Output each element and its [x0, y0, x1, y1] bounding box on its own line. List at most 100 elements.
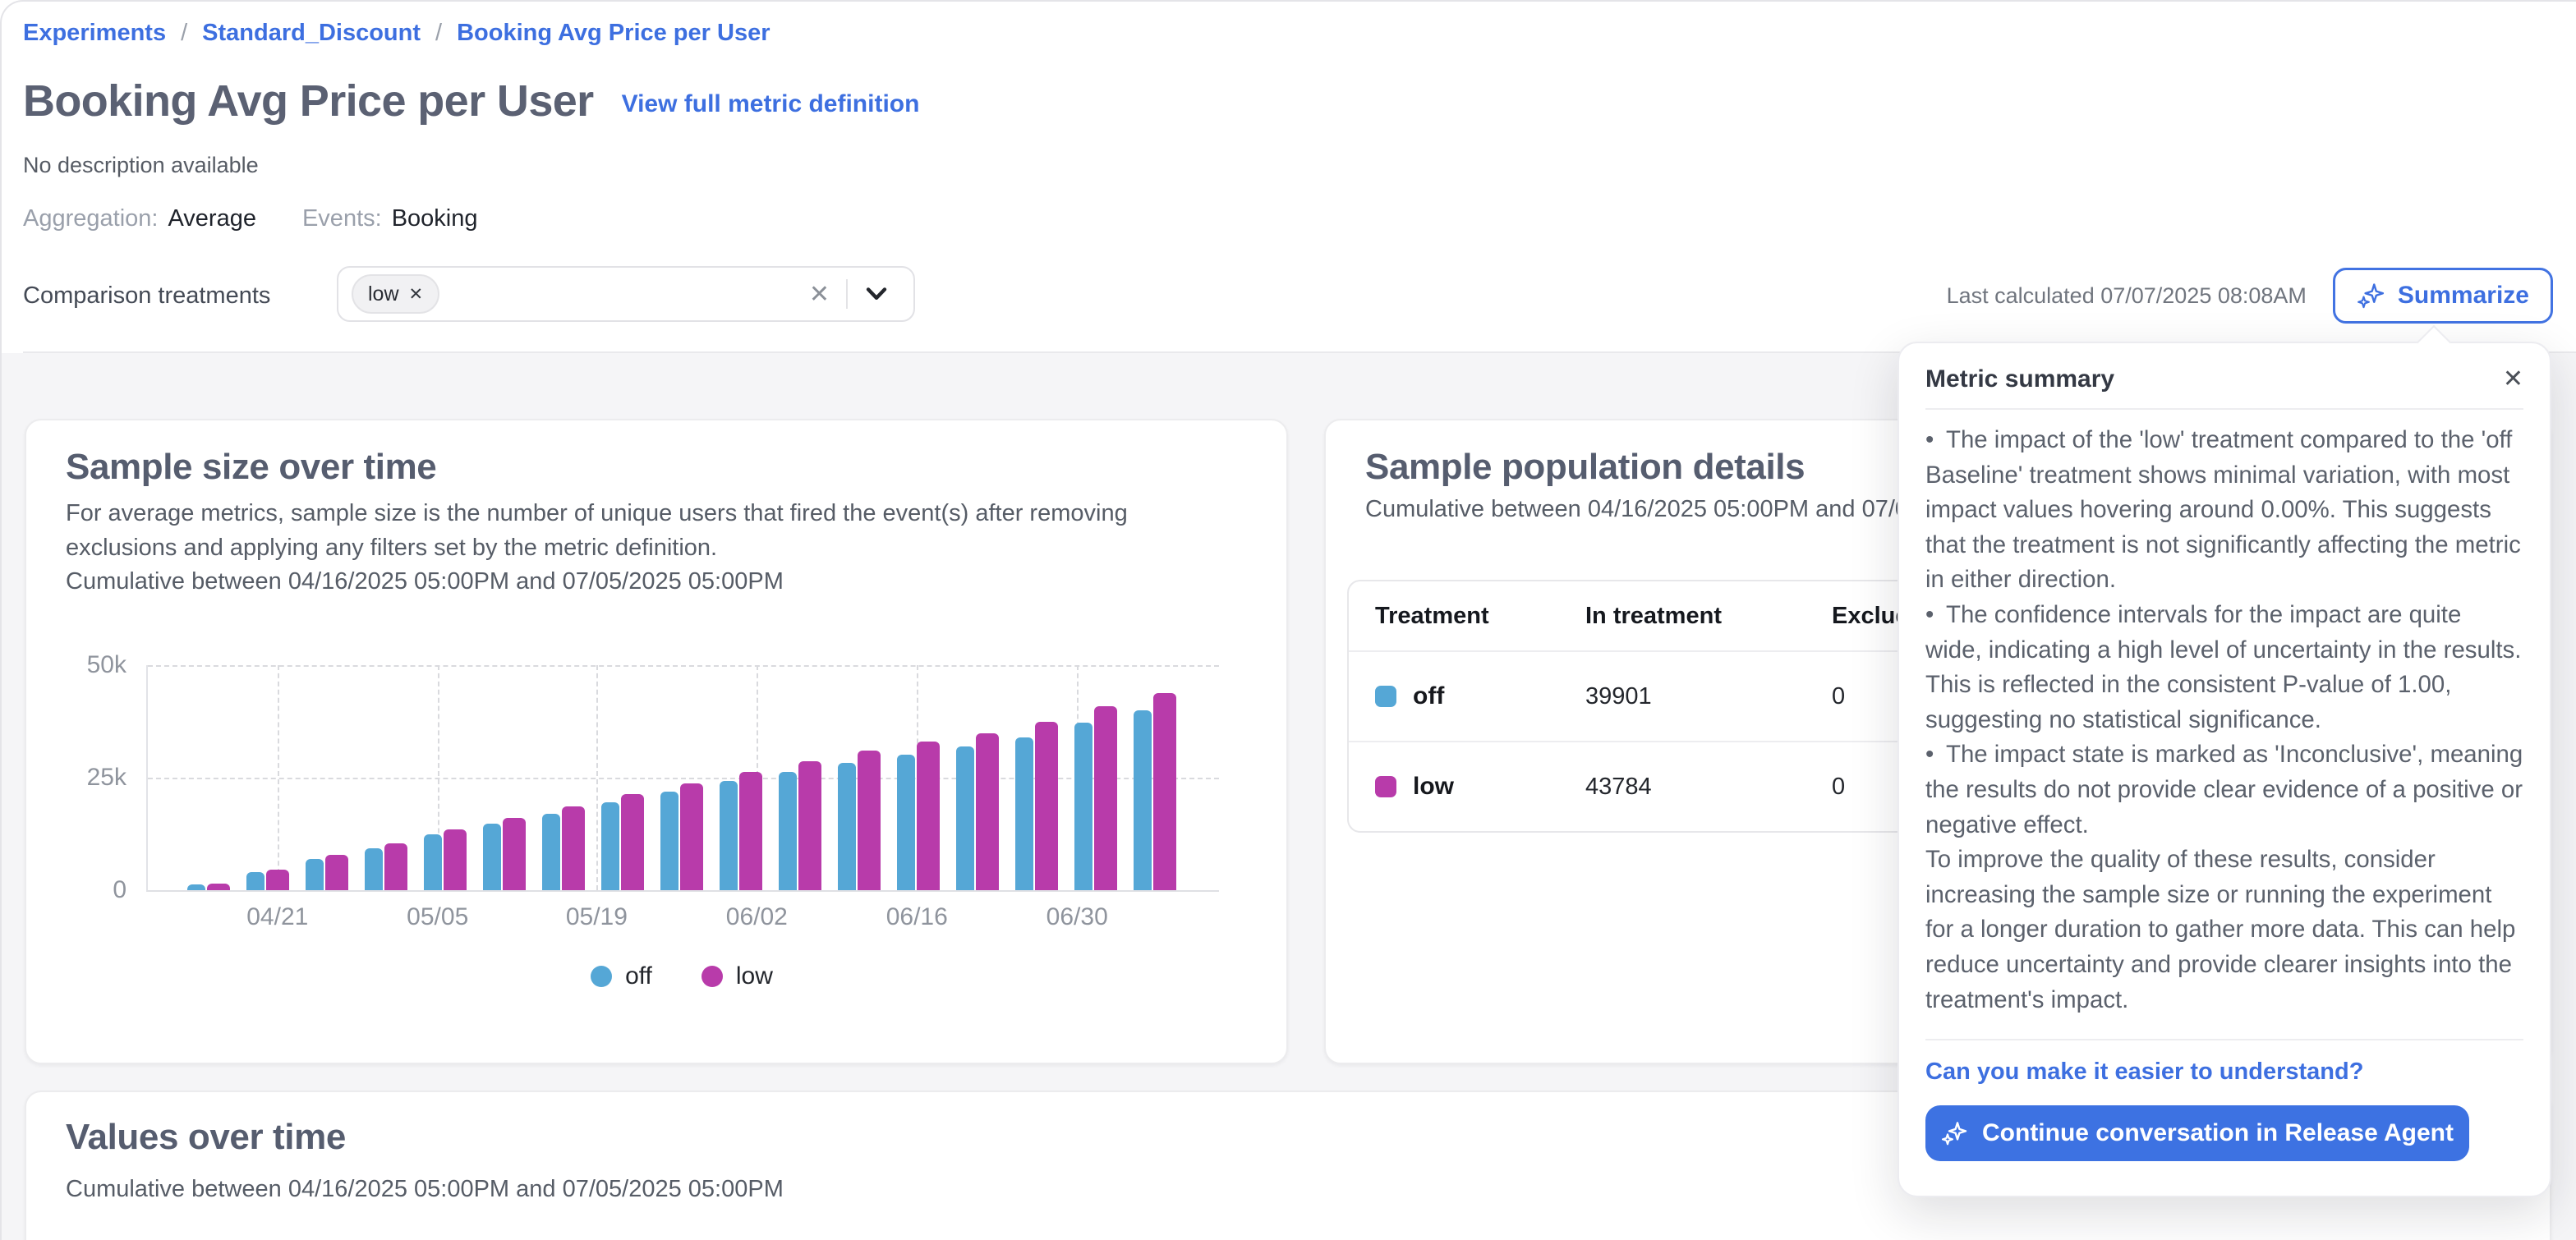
continue-conversation-button[interactable]: Continue conversation in Release Agent [1925, 1105, 2469, 1161]
select-clear-icon[interactable]: ✕ [793, 280, 846, 309]
aggregation-label: Aggregation: [23, 205, 158, 232]
legend-dot [591, 966, 612, 987]
bar-low[interactable] [680, 783, 703, 890]
bar-off[interactable] [1134, 710, 1152, 890]
comparison-treatments-label: Comparison treatments [23, 282, 270, 310]
sample-size-description: For average metrics, sample size is the … [66, 496, 1216, 565]
bar-low[interactable] [917, 742, 940, 890]
table-header-cell: In treatment [1585, 603, 1832, 630]
y-gridline [148, 665, 1219, 667]
breadcrumb-item[interactable]: Experiments [23, 20, 166, 47]
chip-remove-icon[interactable]: ✕ [409, 284, 424, 305]
page-title-row: Booking Avg Price per User View full met… [23, 76, 919, 126]
bar-off[interactable] [956, 746, 974, 890]
sample-size-card: Sample size over time For average metric… [25, 419, 1288, 1064]
breadcrumb: Experiments/Standard_Discount/Booking Av… [23, 20, 770, 47]
view-full-metric-definition-link[interactable]: View full metric definition [622, 90, 920, 118]
x-gridline [278, 665, 279, 890]
bar-off[interactable] [779, 772, 797, 890]
bar-off[interactable] [424, 834, 442, 890]
bar-low[interactable] [562, 806, 585, 890]
y-axis-tick-label: 0 [113, 876, 126, 904]
bar-low[interactable] [976, 733, 999, 890]
bar-low[interactable] [858, 751, 881, 890]
followup-question-link[interactable]: Can you make it easier to understand? [1899, 1040, 2550, 1086]
bar-low[interactable] [384, 843, 407, 890]
bar-off[interactable] [838, 763, 856, 890]
table-header-cell: Treatment [1349, 603, 1585, 630]
x-axis-tick-label: 05/19 [566, 903, 628, 931]
bar-off[interactable] [660, 792, 678, 890]
bar-low[interactable] [325, 855, 348, 890]
legend-dot [702, 966, 723, 987]
bar-off[interactable] [246, 872, 264, 890]
y-axis-tick-label: 50k [87, 651, 126, 679]
treatment-chip-low[interactable]: low ✕ [352, 274, 439, 314]
bar-low[interactable] [266, 870, 289, 890]
toolbar: Last calculated 07/07/2025 08:08AM Summa… [1947, 268, 2553, 324]
bar-off[interactable] [897, 755, 915, 890]
treatment-chip-label: low [368, 282, 399, 306]
breadcrumb-item[interactable]: Standard_Discount [202, 20, 421, 47]
bar-off[interactable] [306, 859, 324, 890]
bar-low[interactable] [739, 772, 762, 890]
bar-off[interactable] [1074, 723, 1092, 890]
bar-off[interactable] [601, 802, 619, 890]
bar-low[interactable] [1153, 693, 1176, 890]
y-axis-tick-label: 25k [87, 764, 126, 792]
bar-low[interactable] [1035, 722, 1058, 891]
summary-note: To improve the quality of these results,… [1925, 843, 2523, 1017]
values-title: Values over time [66, 1117, 346, 1158]
bar-off[interactable] [1015, 737, 1033, 890]
summarize-button[interactable]: Summarize [2333, 268, 2553, 324]
population-title: Sample population details [1365, 447, 1805, 488]
summary-bullet: • The confidence intervals for the impac… [1925, 598, 2523, 737]
bar-off[interactable] [720, 781, 738, 890]
treatment-name: off [1413, 682, 1444, 710]
chart-legend: off low [146, 962, 1217, 990]
page-title: Booking Avg Price per User [23, 76, 594, 126]
summary-bullet: • The impact state is marked as 'Inconcl… [1925, 737, 2523, 843]
metric-detail-page: Experiments/Standard_Discount/Booking Av… [0, 0, 2576, 1240]
treatment-name: low [1413, 773, 1454, 801]
x-gridline [596, 665, 598, 890]
sample-size-title: Sample size over time [66, 447, 436, 488]
in-treatment-value: 43784 [1585, 774, 1832, 801]
breadcrumb-separator: / [435, 20, 442, 47]
last-calculated-text: Last calculated 07/07/2025 08:08AM [1947, 283, 2307, 309]
summarize-label: Summarize [2398, 282, 2529, 310]
in-treatment-value: 39901 [1585, 683, 1832, 710]
legend-label: off [625, 962, 652, 990]
aggregation-value: Average [168, 205, 256, 232]
bar-off[interactable] [187, 884, 205, 890]
sample-size-chart-plot: 04/2105/0505/1906/0206/1606/30 [146, 665, 1219, 892]
bar-low[interactable] [798, 761, 821, 890]
x-axis-tick-label: 06/02 [726, 903, 788, 931]
sample-size-cumulative: Cumulative between 04/16/2025 05:00PM an… [66, 568, 784, 595]
treatment-color-swatch [1375, 776, 1396, 797]
legend-label: low [736, 962, 773, 990]
events-label: Events: [302, 205, 382, 232]
bar-low[interactable] [621, 794, 644, 890]
comparison-treatments-select[interactable]: low ✕ ✕ [337, 266, 915, 322]
bar-off[interactable] [542, 814, 560, 890]
treatment-color-swatch [1375, 686, 1396, 707]
metric-description: No description available [23, 153, 259, 178]
bar-low[interactable] [1094, 706, 1117, 890]
panel-body: • The impact of the 'low' treatment comp… [1899, 410, 2550, 1017]
breadcrumb-item[interactable]: Booking Avg Price per User [457, 20, 770, 47]
bar-off[interactable] [365, 848, 383, 890]
bar-low[interactable] [207, 884, 230, 890]
bar-off[interactable] [483, 824, 501, 890]
close-icon[interactable]: ✕ [2503, 365, 2523, 393]
continue-conversation-label: Continue conversation in Release Agent [1982, 1119, 2454, 1147]
y-gridline [148, 778, 1219, 779]
bar-low[interactable] [444, 829, 467, 890]
panel-title: Metric summary [1925, 365, 2114, 393]
bar-low[interactable] [503, 818, 526, 890]
legend-item-off[interactable]: off [591, 962, 652, 990]
x-axis-tick-label: 05/05 [407, 903, 468, 931]
chevron-down-icon[interactable] [848, 287, 900, 301]
x-axis-tick-label: 04/21 [246, 903, 308, 931]
legend-item-low[interactable]: low [702, 962, 773, 990]
